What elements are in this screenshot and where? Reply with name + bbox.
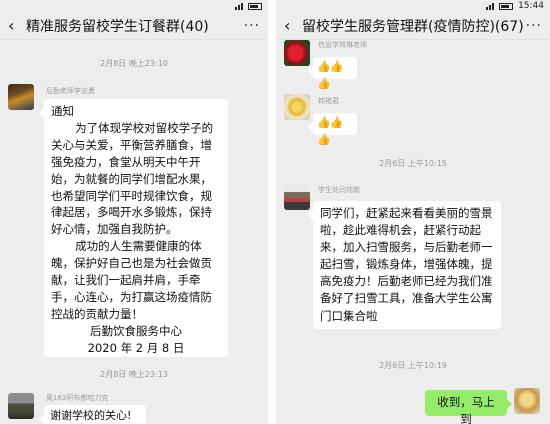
timestamp: 2月8日 晚上23:10 bbox=[100, 59, 168, 68]
battery-icon bbox=[248, 2, 262, 10]
message-bubble[interactable]: 谢谢学校的关心! bbox=[39, 405, 146, 424]
notice-heading: 通知 bbox=[51, 104, 74, 118]
status-bar bbox=[0, 0, 268, 12]
more-dots-icon[interactable]: ··· bbox=[526, 18, 542, 34]
message-bubble-thumbs[interactable]: 👍👍👍 bbox=[308, 57, 357, 90]
avatar[interactable] bbox=[284, 40, 310, 66]
message-bubble-snow[interactable]: 同学们，赶紧起来看看美丽的雪景啦，趁此难得机会，赶紧行动起来，加入扫雪服务，与后… bbox=[308, 201, 501, 329]
notice-signature-org: 后勤饮食服务中心 bbox=[90, 323, 182, 338]
notice-paragraph-2: 成功的人生需要健康的体魄，保护好自己也是为社会做贡献，让我们一起肩并肩，手牵手，… bbox=[51, 239, 212, 321]
sender-name: 信息学林琳老师 bbox=[318, 41, 367, 49]
avatar[interactable] bbox=[8, 84, 34, 110]
status-time: 15:44 bbox=[518, 1, 544, 11]
chevron-left-icon[interactable]: ‹ bbox=[8, 16, 26, 35]
signal-icon bbox=[235, 2, 243, 10]
more-dots-icon[interactable]: ··· bbox=[244, 18, 260, 34]
chat-screen-left: ‹ 精准服务留校学生订餐群(40) ··· 2月8日 晚上23:10 后勤老师李… bbox=[0, 0, 268, 424]
message-bubble-reply[interactable]: 收到，马上到 bbox=[425, 390, 512, 424]
message-bubble-notice[interactable]: 通知 为了体现学校对留校学子的关心与关爱，平衡营养膳食，增强免疫力，食堂从明天中… bbox=[39, 99, 228, 357]
message-bubble-thumbs[interactable]: 👍👍👍 bbox=[308, 113, 357, 146]
sender-name: 学生处闫伟歌 bbox=[318, 186, 360, 194]
chat-title: 留校学生服务管理群(疫情防控)(67) bbox=[302, 18, 524, 35]
notice-paragraph-1: 为了体现学校对留校学子的关心与关爱，平衡营养膳食，增强免疫力，食堂从明天中午开始… bbox=[51, 120, 214, 237]
chat-header: ‹ 留校学生服务管理群(疫情防控)(67) ··· bbox=[276, 12, 550, 40]
sender-name: 后勤老师李志勇 bbox=[46, 87, 95, 95]
chat-title: 精准服务留校学生订餐群(40) bbox=[26, 18, 209, 35]
avatar[interactable] bbox=[284, 184, 310, 210]
sender-name: 韩艳君 bbox=[318, 97, 339, 105]
battery-icon bbox=[499, 2, 514, 10]
chevron-left-icon[interactable]: ‹ bbox=[284, 16, 302, 35]
signal-icon bbox=[486, 2, 495, 10]
status-bar: 15:44 bbox=[276, 0, 550, 12]
timestamp: 2月6日 上午10:19 bbox=[379, 361, 447, 370]
timestamp: 2月8日 晚上23:13 bbox=[100, 370, 168, 379]
avatar[interactable] bbox=[8, 393, 34, 419]
notice-signature-date: 2020 年 2 月 8 日 bbox=[87, 340, 185, 355]
sender-name: 奥163阿布都哈力克 bbox=[46, 394, 109, 402]
avatar[interactable] bbox=[284, 94, 310, 120]
timestamp: 2月6日 上午10:15 bbox=[379, 159, 447, 168]
chat-header: ‹ 精准服务留校学生订餐群(40) ··· bbox=[0, 12, 268, 40]
avatar[interactable] bbox=[514, 388, 540, 414]
